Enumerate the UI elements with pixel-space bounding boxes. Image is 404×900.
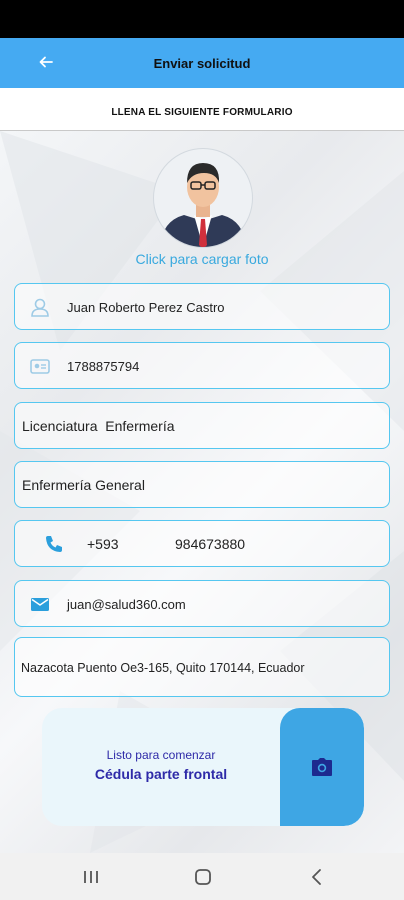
id-number-value: 1788875794: [67, 359, 140, 374]
form-content: Click para cargar foto Juan Roberto Pere…: [0, 131, 404, 853]
user-avatar-icon: [160, 163, 246, 247]
name-value: Juan Roberto Perez Castro: [67, 300, 225, 315]
phone-number-value: 984673880: [175, 536, 246, 552]
camera-button[interactable]: [280, 708, 364, 826]
specialty-value: Enfermería General: [22, 477, 145, 493]
app-bar: Enviar solicitud: [0, 38, 404, 88]
page-title: Enviar solicitud: [153, 56, 251, 71]
form-heading-bar: LLENA EL SIGUIENTE FORMULARIO: [0, 88, 404, 131]
home-icon[interactable]: [188, 865, 218, 889]
recent-apps-icon[interactable]: [76, 865, 106, 889]
phone-code-value: +593: [87, 536, 119, 552]
name-field[interactable]: Juan Roberto Perez Castro: [14, 283, 390, 330]
email-value: juan@salud360.com: [67, 597, 186, 612]
id-card-icon: [30, 359, 50, 374]
document-type-label: Cédula parte frontal: [94, 766, 228, 782]
person-icon: [31, 298, 49, 317]
phone-icon: [46, 536, 62, 552]
mail-icon: [31, 598, 49, 611]
status-bar: [0, 0, 404, 38]
degree-value: Licenciatura Enfermería: [22, 418, 175, 434]
system-navigation-bar: [0, 853, 404, 900]
degree-field[interactable]: Licenciatura Enfermería: [14, 402, 390, 449]
document-prompt: Listo para comenzar: [106, 748, 216, 762]
specialty-field[interactable]: Enfermería General: [14, 461, 390, 508]
phone-field[interactable]: +593 984673880: [14, 520, 390, 567]
profile-photo-avatar[interactable]: [153, 148, 253, 248]
address-field[interactable]: Nazacota Puento Oe3-165, Quito 170144, E…: [14, 637, 390, 697]
id-number-field[interactable]: 1788875794: [14, 342, 390, 389]
back-nav-icon[interactable]: [302, 865, 332, 889]
document-upload-card[interactable]: Listo para comenzar Cédula parte frontal: [42, 708, 364, 826]
address-value: Nazacota Puento Oe3-165, Quito 170144, E…: [21, 661, 305, 675]
upload-photo-link[interactable]: Click para cargar foto: [0, 251, 404, 267]
camera-icon: [312, 758, 332, 776]
email-field[interactable]: juan@salud360.com: [14, 580, 390, 627]
